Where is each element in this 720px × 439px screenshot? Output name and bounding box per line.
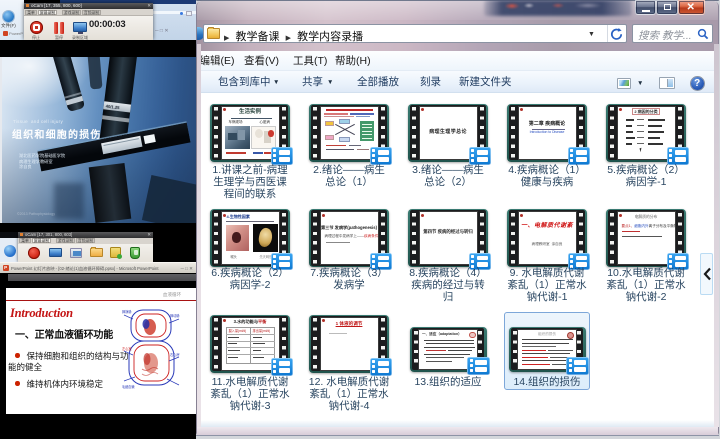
svg-text:肺动脉: 肺动脉 — [170, 313, 180, 318]
svg-text:毛细血管: 毛细血管 — [122, 384, 135, 389]
svg-text:左心室: 左心室 — [122, 346, 132, 351]
svg-text:肺静脉: 肺静脉 — [122, 309, 132, 314]
svg-text:右心房: 右心房 — [170, 352, 180, 357]
